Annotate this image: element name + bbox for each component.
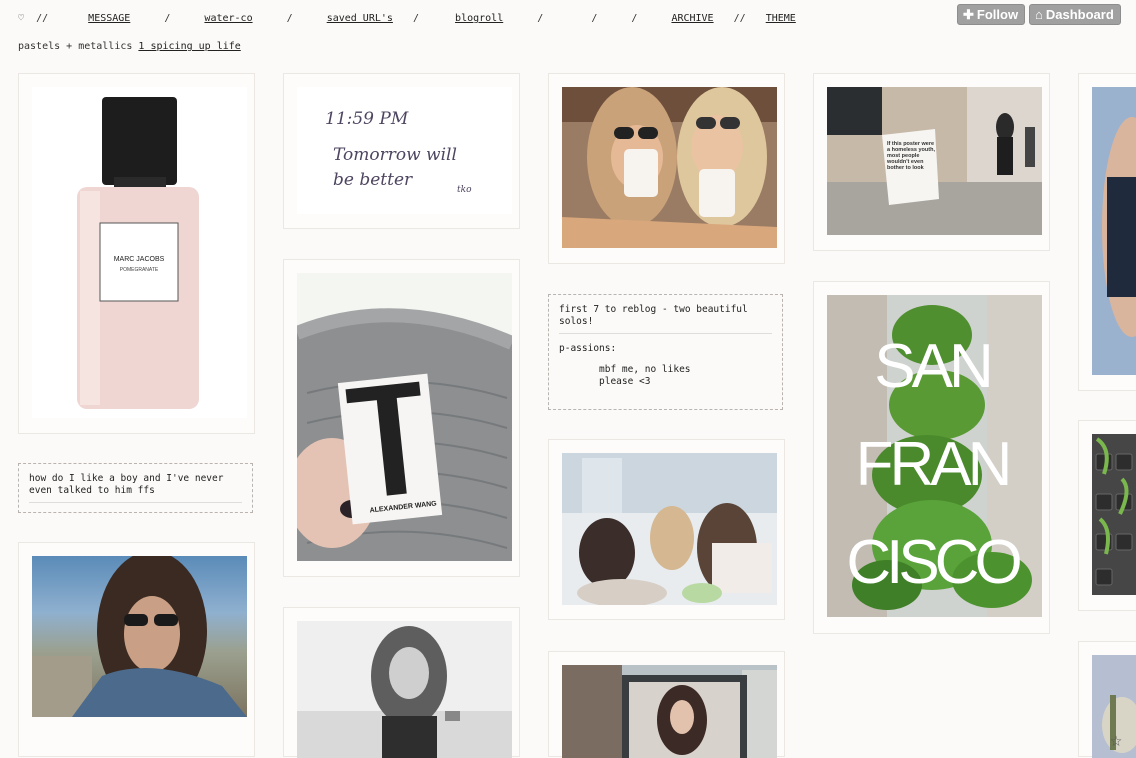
photo-post-perfume[interactable]: MARC JACOBS POMEGRANATE (18, 73, 255, 434)
text-post-mbf-line-1: mbf me, no likes (599, 364, 691, 375)
nav-separator: / (164, 13, 171, 24)
perfume-brand-label: MARC JACOBS (114, 256, 165, 263)
text-post-passions: p-assions: (559, 343, 617, 354)
sweater-sleeve-photo (1092, 87, 1136, 375)
photo-post-mugs[interactable] (548, 73, 785, 264)
knit-tag-photo: ALEXANDER WANG (297, 273, 512, 561)
nav-separator: // (36, 13, 49, 24)
nav-theme-link[interactable]: THEME (766, 13, 796, 24)
photo-post-note[interactable]: 11:59 PM Tomorrow will be better tko (283, 73, 520, 229)
follow-label: Follow (976, 7, 1019, 22)
note-line-1: Tomorrow will (333, 145, 457, 165)
photo-post-sweater[interactable] (1078, 73, 1136, 391)
bw-girl-photo (297, 621, 512, 758)
text-post-boy[interactable]: how do I like a boy and I've never even … (18, 463, 253, 513)
photo-post-partial[interactable] (1078, 641, 1136, 758)
note-time: 11:59 PM (325, 109, 409, 129)
nav-archive-link[interactable]: ARCHIVE (671, 13, 713, 24)
note-line-2: be better (333, 170, 413, 190)
description-link[interactable]: 1 spicing up life (138, 41, 240, 52)
text-post-body: how do I like a boy and I've never even … (29, 473, 224, 496)
heart-icon[interactable]: ♡ (18, 13, 24, 24)
sf-text-line-2: FRAN (856, 430, 1009, 499)
text-post-giveaway[interactable]: first 7 to reblog - two beautiful solos!… (548, 294, 783, 410)
billboard-photo (562, 665, 777, 758)
description-text: pastels + metallics (18, 41, 133, 52)
nav-separator: / (631, 13, 638, 24)
photo-post-bw-girl[interactable] (283, 607, 520, 758)
nav-separator: / (591, 13, 598, 24)
perfume-name-label: POMEGRANATE (120, 267, 159, 273)
photo-post-knit-tag[interactable]: ALEXANDER WANG (283, 259, 520, 577)
photo-post-san-francisco[interactable]: SAN FRAN CISCO (813, 281, 1050, 634)
star-icon[interactable]: ☆ (1110, 727, 1122, 751)
text-post-title: first 7 to reblog - two beautiful solos! (559, 304, 748, 327)
sf-text-line-3: CISCO (846, 528, 1020, 597)
photo-post-girl-sunglasses[interactable] (18, 542, 255, 757)
san-francisco-photo: SAN FRAN CISCO (827, 295, 1042, 617)
nav-separator: / (286, 13, 293, 24)
blog-description: pastels + metallics 1 spicing up life (18, 41, 241, 52)
girls-group-photo (562, 453, 777, 605)
dashboard-button[interactable]: ⌂ Dashboard (1029, 4, 1121, 25)
blog-nav: ♡ // MESSAGE / water-co / saved URL's / … (18, 13, 796, 24)
street-poster-photo: If this poster were a homeless youth, mo… (827, 87, 1042, 235)
girl-sunglasses-photo (32, 556, 247, 717)
nav-separator: // (733, 13, 746, 24)
nav-message-link[interactable]: MESSAGE (88, 13, 130, 24)
photo-post-group[interactable] (548, 439, 785, 620)
note-signature: tko (457, 185, 472, 195)
nav-saved-urls-link[interactable]: saved URL's (327, 13, 393, 24)
two-girls-mugs-photo (562, 87, 777, 248)
nav-separator: / (537, 13, 544, 24)
text-post-mbf-line-2: please <3 (599, 376, 651, 387)
perfume-photo: MARC JACOBS POMEGRANATE (32, 87, 247, 418)
nav-separator: / (412, 13, 419, 24)
keyboard-plants-photo (1092, 434, 1136, 595)
photo-post-keyboard[interactable] (1078, 420, 1136, 611)
sf-text-line-1: SAN (874, 332, 989, 401)
plus-icon: ✚ (963, 7, 974, 22)
nav-waterco-link[interactable]: water-co (204, 13, 252, 24)
photo-post-poster[interactable]: If this poster were a homeless youth, mo… (813, 73, 1050, 251)
poster-text: If this poster were a homeless youth, mo… (887, 141, 935, 171)
nav-blogroll-link[interactable]: blogroll (455, 13, 503, 24)
handwritten-note-photo: 11:59 PM Tomorrow will be better tko (297, 87, 512, 214)
home-icon: ⌂ (1035, 7, 1043, 22)
follow-button[interactable]: ✚ Follow (957, 4, 1026, 25)
photo-post-billboard[interactable] (548, 651, 785, 758)
dashboard-label: Dashboard (1045, 7, 1114, 22)
